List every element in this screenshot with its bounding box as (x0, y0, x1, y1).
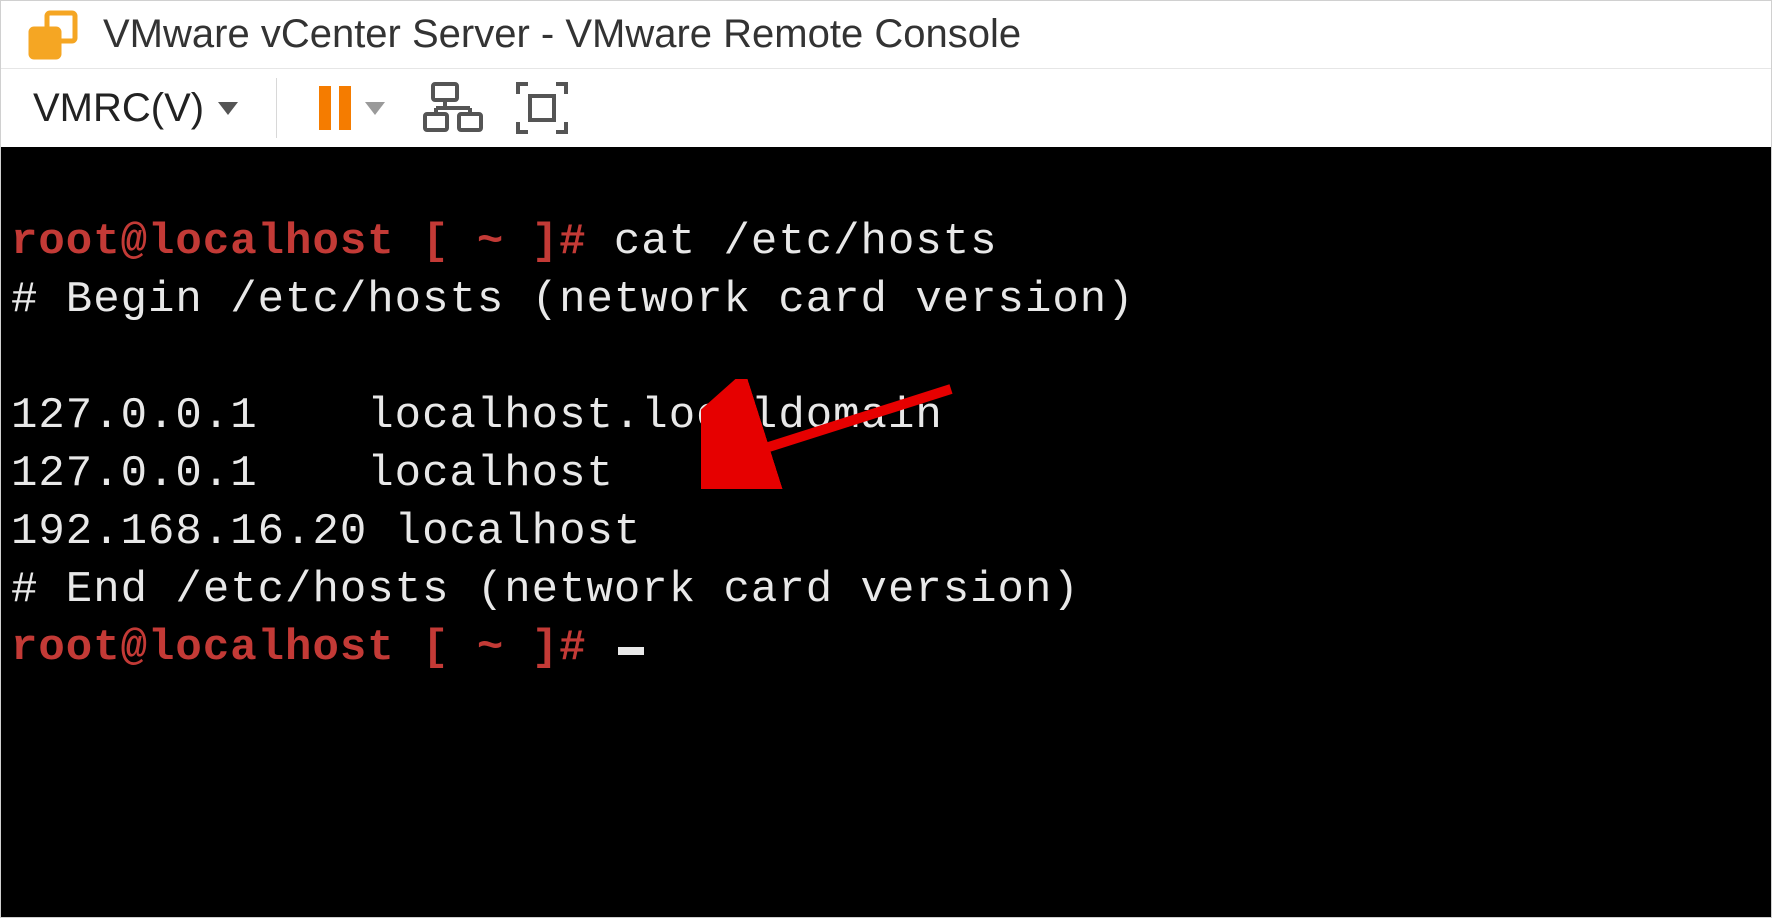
window-title: VMware vCenter Server - VMware Remote Co… (103, 12, 1021, 57)
dropdown-caret-icon (365, 102, 385, 115)
shell-command: cat /etc/hosts (614, 217, 998, 267)
terminal-line: root@localhost [ ~ ]# cat /etc/hosts (11, 217, 998, 267)
shell-prompt: root@localhost [ ~ ]# (11, 623, 614, 673)
toolbar: VMRC(V) (1, 68, 1771, 147)
terminal-line: # End /etc/hosts (network card version) (11, 565, 1080, 615)
network-devices-icon (423, 80, 485, 136)
vmrc-menu-label: VMRC(V) (33, 86, 204, 131)
terminal-line: 127.0.0.1 localhost (11, 449, 614, 499)
send-cad-button[interactable] (415, 69, 493, 147)
title-bar: VMware vCenter Server - VMware Remote Co… (1, 1, 1771, 68)
app-icon (25, 7, 81, 63)
pause-icon (315, 84, 355, 132)
terminal-cursor (618, 647, 644, 655)
terminal-line: 127.0.0.1 localhost.localdomain (11, 391, 943, 441)
terminal-line: # Begin /etc/hosts (network card version… (11, 275, 1135, 325)
pause-button[interactable] (295, 69, 405, 147)
dropdown-caret-icon (218, 102, 238, 115)
terminal-line: 192.168.16.20 localhost (11, 507, 641, 557)
terminal-line: root@localhost [ ~ ]# (11, 623, 644, 673)
fullscreen-icon (514, 80, 570, 136)
terminal[interactable]: root@localhost [ ~ ]# cat /etc/hosts # B… (1, 147, 1771, 917)
toolbar-separator (276, 78, 277, 138)
vmrc-menu[interactable]: VMRC(V) (25, 76, 258, 141)
fullscreen-button[interactable] (503, 69, 581, 147)
shell-prompt: root@localhost [ ~ ]# (11, 217, 614, 267)
app-window: VMware vCenter Server - VMware Remote Co… (0, 0, 1772, 918)
